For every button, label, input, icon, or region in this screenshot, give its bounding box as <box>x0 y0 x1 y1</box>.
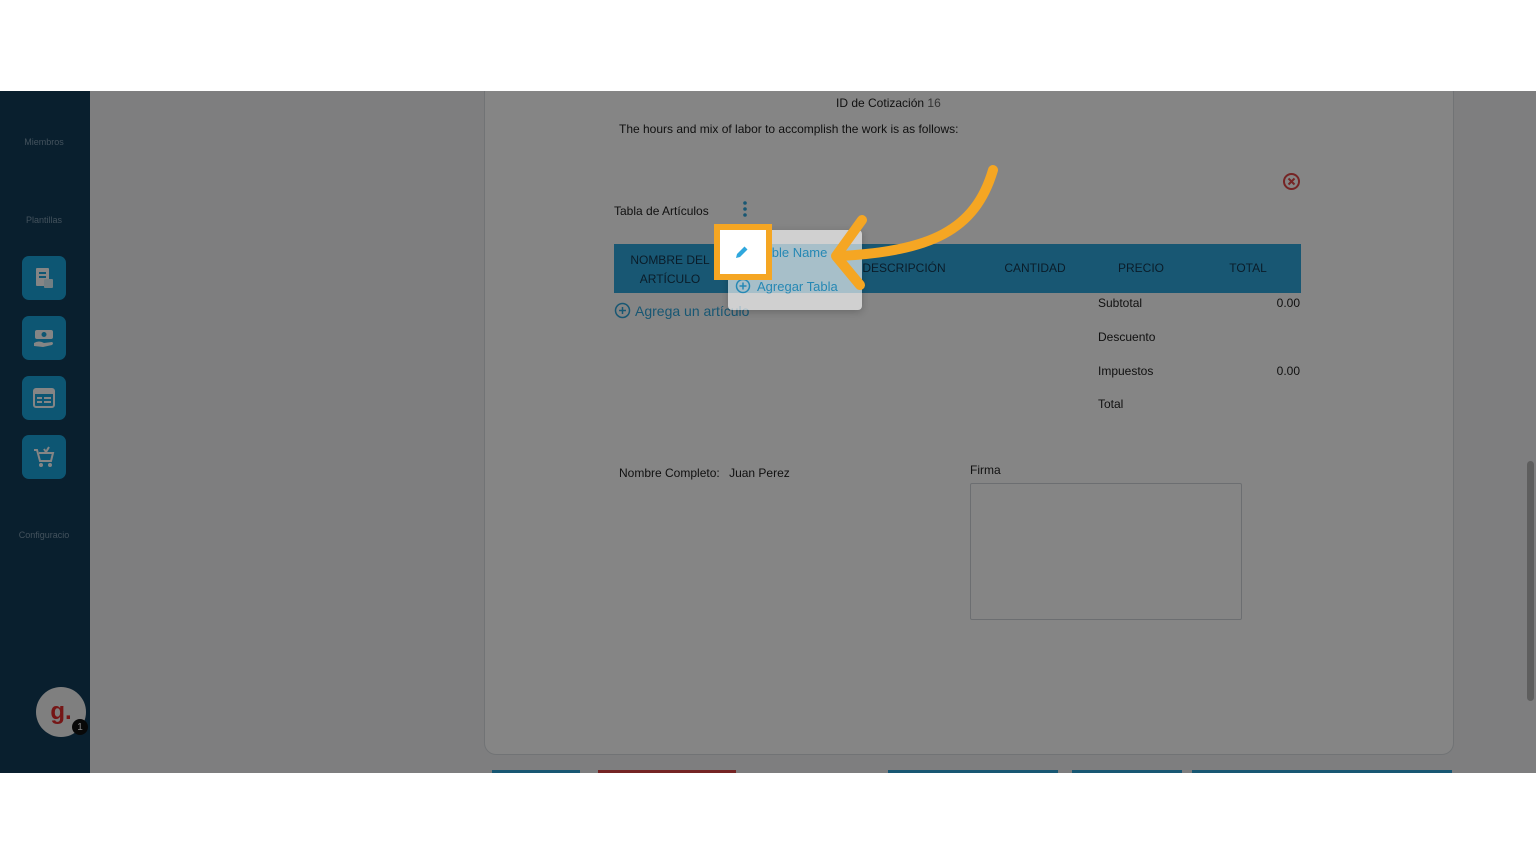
column-description: DESCRIPCIÓN <box>862 261 946 275</box>
bottom-button-edge[interactable] <box>1192 770 1452 773</box>
column-total: TOTAL <box>1229 261 1267 275</box>
plus-circle-icon <box>735 278 751 294</box>
signature-pad[interactable] <box>970 483 1242 620</box>
document-icon <box>36 268 53 288</box>
full-name-field: Nombre Completo: Juan Perez <box>619 466 790 480</box>
taxes-value: 0.00 <box>1276 364 1300 378</box>
subtotal-label: Subtotal <box>1098 296 1143 310</box>
quote-id-value: 16 <box>927 96 941 110</box>
quote-intro: The hours and mix of labor to accomplish… <box>619 122 959 136</box>
more-options-icon[interactable] <box>740 199 750 219</box>
app-frame: Miembros Plantillas Configuracio g. 1 ID… <box>0 91 1536 773</box>
avatar-letter: g. <box>50 698 72 725</box>
column-quantity: CANTIDAD <box>1004 261 1066 275</box>
notification-badge: 1 <box>72 719 88 735</box>
highlight-box <box>714 224 772 280</box>
signature-label: Firma <box>970 463 1001 477</box>
bottom-button-edge[interactable] <box>1072 770 1182 773</box>
full-name-label: Nombre Completo: <box>619 466 720 480</box>
delete-table-icon[interactable] <box>1282 172 1301 191</box>
bottom-button-edge[interactable] <box>888 770 1058 773</box>
sidebar: Miembros Plantillas Configuracio g. 1 <box>0 91 90 773</box>
quote-id: ID de Cotización 16 <box>836 96 941 110</box>
bottom-button-edge[interactable] <box>492 770 580 773</box>
sidebar-tile-documents[interactable] <box>22 256 66 300</box>
sidebar-tile-sheets[interactable] <box>22 376 66 420</box>
pencil-icon[interactable] <box>734 244 750 260</box>
taxes-label: Impuestos <box>1098 364 1154 378</box>
column-price: PRECIO <box>1117 261 1164 275</box>
cart-icon <box>34 446 55 467</box>
total-label: Total <box>1098 397 1124 411</box>
full-name-value: Juan Perez <box>729 466 790 480</box>
quote-id-label: ID de Cotización <box>836 96 925 110</box>
plus-circle-icon <box>614 302 631 319</box>
sidebar-tile-shop[interactable] <box>22 435 66 479</box>
sidebar-section-templates[interactable]: Plantillas <box>10 215 78 225</box>
sidebar-section-settings[interactable]: Configuracio <box>10 530 78 540</box>
sidebar-section-members[interactable]: Miembros <box>10 137 78 147</box>
page-scrollbar[interactable] <box>1527 461 1534 701</box>
menu-item-add-table-label: Agregar Tabla <box>757 278 838 294</box>
sidebar-tile-payments[interactable] <box>22 316 66 360</box>
table-title: Tabla de Artículos <box>614 204 709 218</box>
money-hand-icon <box>34 330 53 347</box>
subtotal-value: 0.00 <box>1276 296 1300 310</box>
bottom-button-edge[interactable] <box>598 770 736 773</box>
quote-card <box>484 91 1454 755</box>
spreadsheet-icon <box>33 388 55 408</box>
column-item-name: NOMBRE DEL ARTÍCULO <box>630 253 710 286</box>
discount-label: Descuento <box>1098 330 1156 344</box>
